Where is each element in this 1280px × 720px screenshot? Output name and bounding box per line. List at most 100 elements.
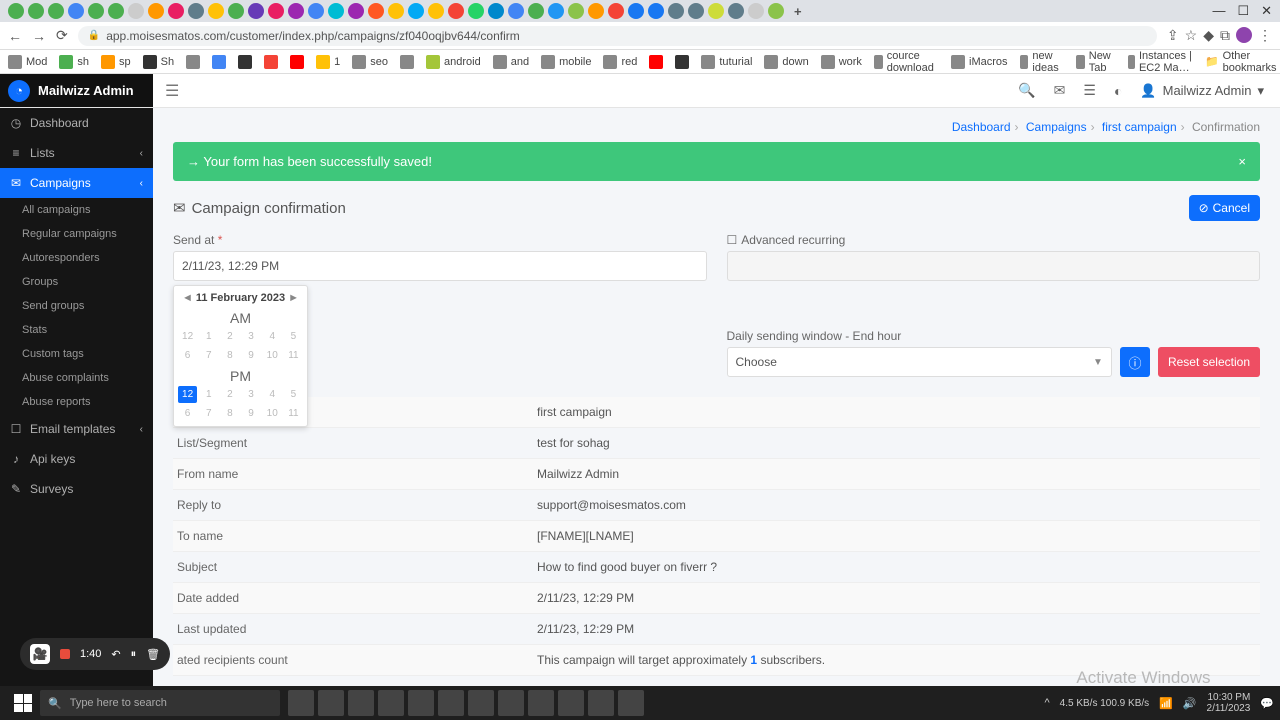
hour-cell[interactable]: 1	[199, 386, 218, 403]
rec-time: 1:40	[80, 648, 101, 660]
sidebar-item-api[interactable]: ♪Api keys	[0, 444, 153, 474]
camera-icon[interactable]: 🎥	[30, 644, 50, 664]
end-hour-label: Daily sending window - End hour	[727, 329, 1261, 343]
prev-month-icon[interactable]: ◄	[182, 292, 193, 304]
share-icon[interactable]: ⇪	[1167, 27, 1179, 44]
back-icon[interactable]: ←	[8, 28, 22, 44]
url-bar[interactable]: 🔒 app.moisesmatos.com/customer/index.php…	[78, 26, 1157, 46]
sidebar-item-dashboard[interactable]: ◷Dashboard	[0, 108, 153, 138]
min-icon[interactable]: —	[1212, 3, 1225, 19]
hour-cell[interactable]: 11	[284, 405, 303, 422]
envelope-icon: ✉	[173, 199, 186, 217]
am-label: AM	[178, 306, 303, 328]
sidebar-sub-all[interactable]: All campaigns	[0, 198, 153, 222]
reset-button[interactable]: Reset selection	[1158, 347, 1260, 377]
send-at-label: Send at *	[173, 233, 707, 247]
sidebar-sub-regular[interactable]: Regular campaigns	[0, 222, 153, 246]
hour-cell[interactable]: 2	[220, 386, 239, 403]
hour-cell[interactable]: 12	[178, 386, 197, 403]
delete-icon[interactable]: 🗑	[146, 648, 160, 661]
wifi-icon[interactable]: 📶	[1159, 697, 1173, 710]
ext1-icon[interactable]: ◆	[1203, 27, 1214, 44]
surveys-icon: ✎	[10, 482, 22, 496]
avatar-icon[interactable]	[1236, 27, 1252, 43]
hamburger-icon[interactable]: ☰	[153, 81, 191, 101]
brand[interactable]: ◔ Mailwizz Admin	[0, 74, 153, 107]
chevron-down-icon: ▾	[1257, 83, 1264, 99]
hour-cell[interactable]: 5	[284, 386, 303, 403]
task-icon[interactable]	[288, 690, 314, 716]
hour-cell[interactable]: 4	[263, 328, 282, 345]
hour-cell[interactable]: 1	[199, 328, 218, 345]
hour-cell[interactable]: 7	[199, 405, 218, 422]
extensions-icon[interactable]: ⧉	[1220, 27, 1230, 44]
close-icon[interactable]: ✕	[1261, 3, 1272, 19]
volume-icon[interactable]: 🔊	[1183, 697, 1197, 710]
page-title: ✉ Campaign confirmation	[173, 199, 346, 217]
hour-cell[interactable]: 6	[178, 347, 197, 364]
undo-icon[interactable]: ↶	[111, 648, 120, 661]
hour-cell[interactable]: 9	[241, 347, 260, 364]
recording-bar[interactable]: 🎥 1:40 ↶ ⏸ 🗑	[20, 638, 170, 670]
hour-cell[interactable]: 4	[263, 386, 282, 403]
datepicker[interactable]: ◄ 11 February 2023 ► AM 121234567891011 …	[173, 285, 308, 427]
sidebar-sub-stats[interactable]: Stats	[0, 318, 153, 342]
reload-icon[interactable]: ⟳	[56, 27, 68, 44]
sidebar-item-campaigns[interactable]: ✉Campaigns‹	[0, 168, 153, 198]
net-speed: 4.5 KB/s 100.9 KB/s	[1060, 698, 1150, 709]
start-icon[interactable]	[14, 694, 32, 712]
hour-cell[interactable]: 8	[220, 347, 239, 364]
advanced-input[interactable]	[727, 251, 1261, 281]
clock[interactable]: 10:30 PM2/11/2023	[1207, 692, 1251, 714]
hour-cell[interactable]: 9	[241, 405, 260, 422]
sidebar-sub-complaints[interactable]: Abuse complaints	[0, 366, 153, 390]
alert-close-icon[interactable]: ×	[1238, 154, 1246, 169]
bookmarks-list[interactable]: Mod	[8, 55, 47, 69]
other-bookmarks[interactable]: 📁 Other bookmarks	[1205, 50, 1277, 74]
sidebar-item-surveys[interactable]: ✎Surveys	[0, 474, 153, 504]
new-tab-icon[interactable]: +	[794, 4, 802, 19]
app-top: ◔ Mailwizz Admin ☰ 🔍 ✉ ☰ ◐ 👤 Mailwizz Ad…	[0, 74, 1280, 108]
hour-cell[interactable]: 5	[284, 328, 303, 345]
sidebar-sub-auto[interactable]: Autoresponders	[0, 246, 153, 270]
hour-cell[interactable]: 10	[263, 347, 282, 364]
datepicker-title[interactable]: 11 February 2023	[196, 292, 285, 304]
sidebar-item-lists[interactable]: ≡Lists‹	[0, 138, 153, 168]
mail-icon[interactable]: ✉	[1054, 82, 1066, 99]
end-hour-select[interactable]: Choose▼	[727, 347, 1112, 377]
sidebar-sub-groups[interactable]: Groups	[0, 270, 153, 294]
forward-icon[interactable]: →	[32, 28, 46, 44]
sidebar-sub-sendgroups[interactable]: Send groups	[0, 294, 153, 318]
hour-cell[interactable]: 10	[263, 405, 282, 422]
theme-icon[interactable]: ◐	[1114, 83, 1122, 99]
grid-icon[interactable]: ☰	[1083, 82, 1096, 99]
record-icon	[60, 649, 70, 659]
max-icon[interactable]: ☐	[1237, 3, 1249, 19]
search-icon[interactable]: 🔍	[1018, 82, 1035, 99]
hour-cell[interactable]: 8	[220, 405, 239, 422]
cancel-button[interactable]: ⊘Cancel	[1189, 195, 1260, 221]
sidebar-sub-reports[interactable]: Abuse reports	[0, 390, 153, 414]
brand-text: Mailwizz Admin	[38, 83, 134, 98]
hour-cell[interactable]: 12	[178, 328, 197, 345]
sidebar-item-templates[interactable]: ☐Email templates‹	[0, 414, 153, 444]
taskbar-search[interactable]: 🔍Type here to search	[40, 690, 280, 716]
hour-cell[interactable]: 11	[284, 347, 303, 364]
notif-icon[interactable]: 💬	[1260, 697, 1274, 710]
send-at-input[interactable]	[173, 251, 707, 281]
taskbar[interactable]: 🔍Type here to search ^ 4.5 KB/s 100.9 KB…	[0, 686, 1280, 720]
tray-chevron-icon[interactable]: ^	[1044, 697, 1049, 709]
brand-logo-icon: ◔	[8, 80, 30, 102]
next-month-icon[interactable]: ►	[288, 292, 299, 304]
hour-cell[interactable]: 3	[241, 328, 260, 345]
info-button[interactable]: ⓘ	[1120, 347, 1150, 377]
pause-icon[interactable]: ⏸	[131, 648, 137, 661]
user-menu[interactable]: 👤 Mailwizz Admin ▾	[1140, 83, 1264, 99]
sidebar-sub-tags[interactable]: Custom tags	[0, 342, 153, 366]
bookmark-star-icon[interactable]: ☆	[1185, 27, 1198, 44]
hour-cell[interactable]: 6	[178, 405, 197, 422]
hour-cell[interactable]: 3	[241, 386, 260, 403]
hour-cell[interactable]: 7	[199, 347, 218, 364]
hour-cell[interactable]: 2	[220, 328, 239, 345]
menu-icon[interactable]: ⋮	[1258, 27, 1272, 44]
